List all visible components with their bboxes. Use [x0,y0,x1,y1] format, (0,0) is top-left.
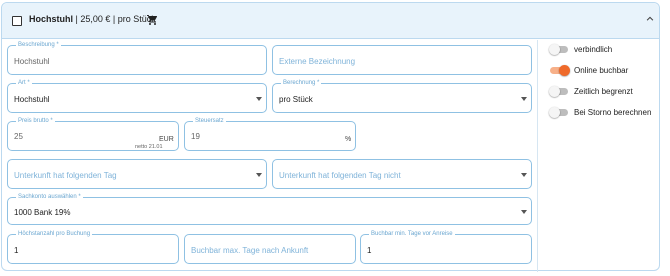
buchbar-min-value: 1 [367,246,372,255]
art-select[interactable]: Art * Hochstuhl [7,79,267,113]
caret-down-icon [521,97,527,101]
sachkonto-value: 1000 Bank 19% [14,208,71,217]
select-checkbox[interactable] [12,16,22,26]
toggle-verbindlich-label: verbindlich [574,45,613,54]
caret-down-icon [256,97,262,101]
toggle-knob [549,107,560,118]
toggle-online-buchbar-label: Online buchbar [574,66,629,75]
caret-down-icon [256,173,262,177]
hoechstanzahl-field[interactable]: Höchstanzahl pro Buchung 1 [7,230,179,264]
sachkonto-label: Sachkonto auswählen * [16,193,83,202]
toggle-knob [559,65,570,76]
berechnung-label: Berechnung * [281,79,322,88]
cart-icon[interactable] [146,14,159,26]
preis-brutto-label: Preis brutto * [16,117,55,126]
unterkunft-tag-placeholder: Unterkunft hat folgenden Tag [14,171,117,180]
unterkunft-tag-nicht-select[interactable]: Unterkunft hat folgenden Tag nicht [272,159,532,189]
beschreibung-value: Hochstuhl [14,57,50,66]
toggle-knob [549,86,560,97]
beschreibung-label: Beschreibung * [16,41,61,50]
toggle-bei-storno-label: Bei Storno berechnen [574,108,652,117]
art-value: Hochstuhl [14,95,50,104]
buchbar-min-field[interactable]: Buchbar min. Tage vor Anreise 1 [360,230,532,264]
currency-suffix: EUR [159,136,174,143]
hoechstanzahl-value: 1 [14,246,19,255]
hoechstanzahl-label: Höchstanzahl pro Buchung [16,230,93,239]
preis-brutto-field[interactable]: Preis brutto * 25 EUR netto 21.01 [7,117,179,151]
steuersatz-field[interactable]: Steuersatz 19 % [184,117,356,151]
header-title: Hochstuhl | 25,00 € | pro Stück [29,14,156,24]
berechnung-value: pro Stück [279,95,313,104]
externe-bezeichnung-field[interactable]: Externe Bezeichnung [272,45,532,75]
column-divider [537,40,538,272]
buchbar-min-label: Buchbar min. Tage vor Anreise [369,230,455,239]
berechnung-select[interactable]: Berechnung * pro Stück [272,79,532,113]
toggle-knob [549,44,560,55]
header-price-info: | 25,00 € | pro Stück [73,14,156,24]
steuersatz-label: Steuersatz [193,117,226,126]
caret-down-icon [521,210,527,214]
header-product-name: Hochstuhl [29,14,73,24]
beschreibung-field[interactable]: Beschreibung * Hochstuhl [7,41,267,75]
externe-bezeichnung-placeholder: Externe Bezeichnung [279,57,356,66]
chevron-up-icon[interactable] [645,14,655,24]
product-card: Hochstuhl | 25,00 € | pro Stück Beschrei… [1,2,660,272]
unterkunft-tag-nicht-placeholder: Unterkunft hat folgenden Tag nicht [279,171,401,180]
toggle-zeitlich-begrenzt-label: Zeitlich begrenzt [574,87,633,96]
unterkunft-tag-select[interactable]: Unterkunft hat folgenden Tag [7,159,267,189]
percent-suffix: % [345,136,352,143]
caret-down-icon [521,173,527,177]
netto-hint: netto 21.01 [135,144,163,150]
buchbar-max-placeholder: Buchbar max. Tage nach Ankunft [191,246,309,255]
preis-brutto-value: 25 [14,132,23,141]
sachkonto-select[interactable]: Sachkonto auswählen * 1000 Bank 19% [7,193,532,225]
card-header[interactable]: Hochstuhl | 25,00 € | pro Stück [2,3,659,39]
steuersatz-value: 19 [191,132,200,141]
art-label: Art * [16,79,32,88]
buchbar-max-field[interactable]: Buchbar max. Tage nach Ankunft [184,234,356,264]
